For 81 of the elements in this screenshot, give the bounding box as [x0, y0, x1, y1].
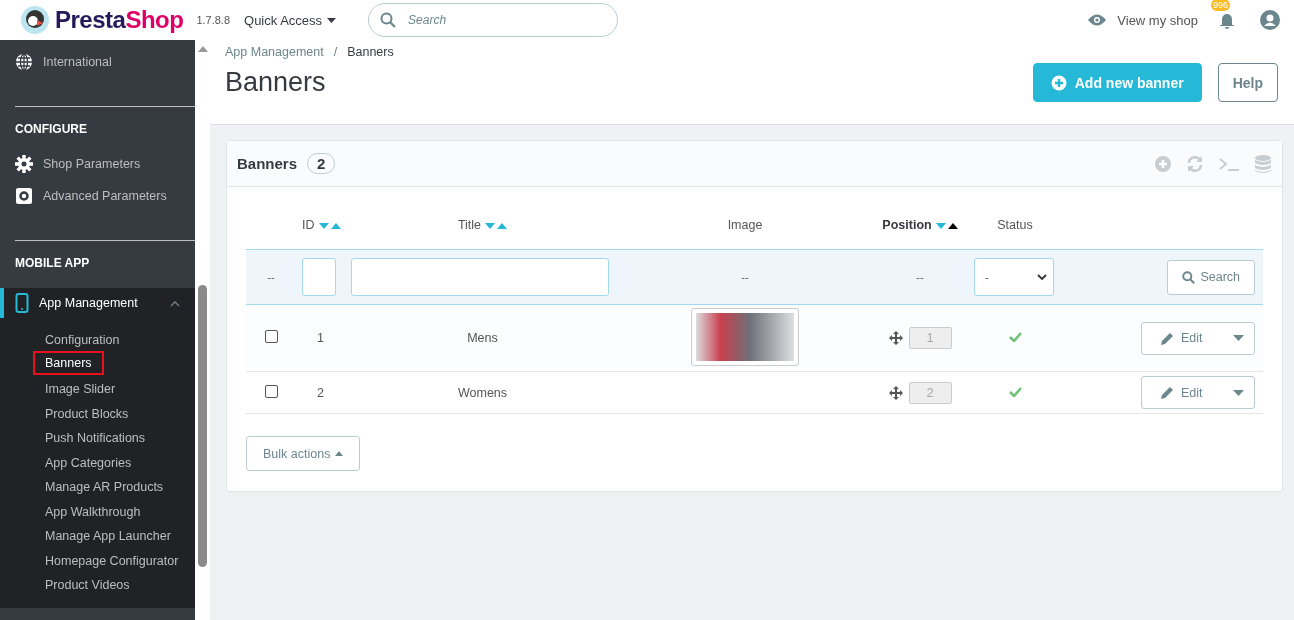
- caret-icon: [335, 451, 344, 456]
- pencil-icon: [1160, 330, 1175, 346]
- filter-cell: --: [620, 249, 870, 305]
- plus-circle-icon[interactable]: [1154, 154, 1172, 173]
- mobile-phone-icon: [15, 293, 29, 313]
- bulk-actions-button[interactable]: Bulk actions: [246, 436, 361, 471]
- sidebar-subitem[interactable]: Homepage Configurator: [33, 546, 191, 571]
- sidebar-subitem[interactable]: Configuration: [33, 326, 132, 351]
- gear-icon: [15, 155, 33, 173]
- database-icon[interactable]: [1254, 153, 1272, 174]
- row-checkbox[interactable]: [264, 330, 278, 343]
- sidebar-subitem[interactable]: Banners: [33, 350, 104, 375]
- plus-circle-icon: [1050, 74, 1067, 91]
- caret-icon[interactable]: [1233, 335, 1244, 341]
- version-label: 1.7.8.8: [196, 14, 231, 26]
- filter-cell: --: [870, 249, 970, 305]
- search-icon: [1182, 270, 1196, 284]
- column-header[interactable]: Title: [345, 201, 620, 250]
- puffin-logo-icon: [20, 5, 50, 35]
- sidebar-subitem[interactable]: Image Slider: [33, 375, 128, 400]
- help-button[interactable]: Help: [1217, 63, 1278, 102]
- sidebar-subitem[interactable]: Product Blocks: [33, 399, 141, 424]
- sidebar-subitem[interactable]: App Walkthrough: [33, 497, 153, 522]
- search-button[interactable]: Search: [1167, 259, 1255, 295]
- terminal-icon[interactable]: [1218, 155, 1240, 172]
- edit-button-group[interactable]: Edit: [1141, 376, 1255, 409]
- edit-button-group[interactable]: Edit: [1141, 321, 1255, 355]
- row-checkbox[interactable]: [264, 384, 278, 398]
- eye-icon: [1087, 13, 1108, 27]
- user-avatar-icon[interactable]: [1260, 10, 1280, 30]
- table-cell: 2: [317, 385, 324, 400]
- table-cell: Mens: [467, 331, 498, 345]
- move-arrows-icon[interactable]: [888, 331, 903, 345]
- table-cell: 1: [317, 331, 324, 345]
- sidebar-item[interactable]: App Management: [0, 288, 195, 318]
- sort-down-icon[interactable]: [318, 222, 329, 229]
- sidebar-subitem[interactable]: Manage AR Products: [33, 473, 176, 498]
- search-field[interactable]: Search: [368, 3, 619, 37]
- page-title: Banners: [225, 67, 326, 98]
- table-cell: Womens: [457, 385, 508, 400]
- chevron-icon: [170, 299, 180, 307]
- status-filter-select[interactable]: -: [974, 258, 1054, 296]
- quick-access-menu[interactable]: Quick Access: [244, 12, 337, 28]
- caret-icon: [327, 17, 337, 23]
- sidebar-subitem[interactable]: Push Notifications: [33, 424, 158, 449]
- sidebar-section-title: MOBILE APP: [14, 255, 91, 272]
- id-filter-field[interactable]: [302, 258, 336, 296]
- sidebar-subitem[interactable]: Product Videos: [33, 571, 142, 596]
- sidebar-item[interactable]: Shop Parameters: [0, 148, 195, 180]
- sort-up-icon[interactable]: [947, 222, 958, 229]
- column-header: Status: [970, 201, 1060, 250]
- check-icon[interactable]: [1008, 332, 1022, 342]
- scrollbar-thumb[interactable]: [198, 285, 207, 567]
- sidebar-subitem[interactable]: App Categories: [33, 448, 144, 473]
- title-filter-field[interactable]: [351, 258, 609, 296]
- position-value: 1: [908, 327, 952, 349]
- pencil-icon: [1160, 385, 1175, 400]
- chevron-down-icon: [1037, 273, 1047, 281]
- notification-count: 996: [1211, 0, 1231, 11]
- gear-square-icon: [15, 187, 33, 205]
- breadcrumb-link[interactable]: App Management: [225, 45, 324, 59]
- column-header: Image: [620, 201, 870, 250]
- check-icon[interactable]: [1008, 386, 1022, 397]
- breadcrumb-separator: /: [333, 45, 338, 59]
- sidebar-subitem[interactable]: Manage App Launcher: [33, 522, 183, 547]
- caret-icon[interactable]: [1233, 389, 1244, 396]
- column-header[interactable]: ID: [296, 201, 345, 250]
- sort-down-icon[interactable]: [485, 222, 496, 229]
- sidebar-item[interactable]: International: [0, 46, 195, 78]
- refresh-icon[interactable]: [1186, 154, 1204, 173]
- position-value: 2: [908, 381, 952, 404]
- sidebar-item[interactable]: Advanced Parameters: [0, 180, 195, 212]
- panel-title: Banners: [237, 155, 298, 172]
- sidebar-section-title: CONFIGURE: [14, 121, 88, 138]
- logo-text: PrestaShop: [55, 6, 184, 34]
- filter-cell: --: [246, 249, 296, 305]
- bell-icon[interactable]: [1218, 11, 1236, 29]
- column-header[interactable]: Position: [870, 201, 970, 250]
- globe-icon: [15, 53, 33, 71]
- move-arrows-icon[interactable]: [888, 385, 903, 400]
- view-my-shop-link[interactable]: View my shop: [1087, 12, 1198, 28]
